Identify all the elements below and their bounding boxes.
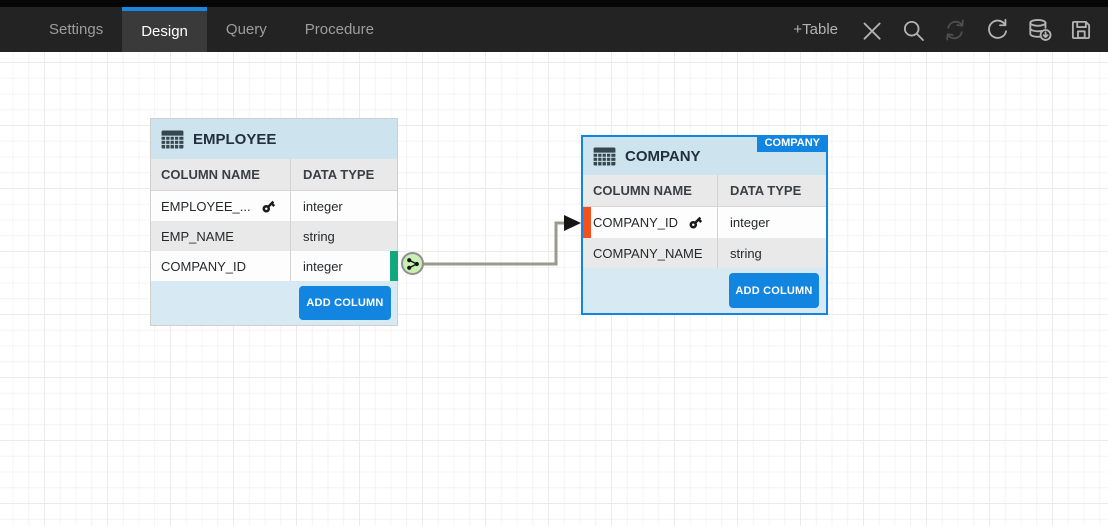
table-grid-icon [161, 130, 184, 149]
search-icon[interactable] [896, 13, 930, 47]
toolbar-actions: +Table [793, 7, 1098, 52]
primary-key-icon[interactable] [688, 215, 703, 230]
column-type: integer [291, 251, 397, 281]
table-title: COMPANY [625, 148, 701, 165]
column-name: COMPANY_ID [593, 215, 678, 230]
table-grid-icon [593, 147, 616, 166]
tab-settings[interactable]: Settings [30, 7, 122, 52]
table-row[interactable]: COMPANY_NAME string [583, 238, 826, 268]
sync-icon [938, 13, 972, 47]
add-table-button[interactable]: +Table [793, 21, 838, 38]
add-column-button[interactable]: ADD COLUMN [299, 286, 391, 320]
close-icon[interactable] [854, 13, 888, 47]
database-export-icon[interactable] [1022, 13, 1056, 47]
data-type-header: DATA TYPE [291, 159, 397, 190]
top-strip [0, 0, 1108, 7]
table-company[interactable]: COMPANY COMPANY COLUMN NAME DATA TYPE CO… [581, 135, 828, 315]
relation-target-port[interactable] [583, 207, 591, 238]
column-type: string [291, 221, 397, 251]
column-name-header: COLUMN NAME [583, 175, 718, 206]
tab-design[interactable]: Design [122, 7, 207, 52]
table-footer: ADD COLUMN [151, 281, 397, 325]
table-name-badge: COMPANY [757, 135, 828, 152]
column-name: EMP_NAME [161, 229, 234, 244]
relation-source-port[interactable] [390, 251, 398, 281]
app-window: Settings Design Query Procedure +Table [0, 0, 1108, 526]
table-row[interactable]: COMPANY_ID integer [151, 251, 397, 281]
table-footer: ADD COLUMN [583, 268, 826, 313]
column-name-header: COLUMN NAME [151, 159, 291, 190]
column-type: string [718, 238, 826, 268]
data-type-header: DATA TYPE [718, 175, 826, 206]
column-type: integer [718, 207, 826, 238]
relation-node-handle[interactable] [401, 252, 424, 275]
column-name: COMPANY_ID [161, 259, 246, 274]
column-header-row: COLUMN NAME DATA TYPE [583, 175, 826, 207]
table-employee[interactable]: EMPLOYEE COLUMN NAME DATA TYPE EMPLOYEE_… [150, 118, 398, 326]
column-type: integer [291, 191, 397, 221]
primary-key-icon[interactable] [261, 199, 276, 214]
add-column-button[interactable]: ADD COLUMN [729, 273, 819, 308]
refresh-icon[interactable] [980, 13, 1014, 47]
table-row[interactable]: EMP_NAME string [151, 221, 397, 251]
save-icon[interactable] [1064, 13, 1098, 47]
table-employee-titlebar[interactable]: EMPLOYEE [151, 119, 397, 159]
column-name: EMPLOYEE_... [161, 199, 251, 214]
column-name: COMPANY_NAME [593, 246, 703, 261]
table-row[interactable]: COMPANY_ID integer [583, 207, 826, 238]
tab-procedure[interactable]: Procedure [286, 7, 393, 52]
tab-bar: Settings Design Query Procedure [30, 7, 393, 52]
table-row[interactable]: EMPLOYEE_... integer [151, 191, 397, 221]
table-title: EMPLOYEE [193, 131, 276, 148]
tab-query[interactable]: Query [207, 7, 286, 52]
column-header-row: COLUMN NAME DATA TYPE [151, 159, 397, 191]
design-canvas[interactable]: EMPLOYEE COLUMN NAME DATA TYPE EMPLOYEE_… [0, 52, 1108, 526]
toolbar: Settings Design Query Procedure +Table [0, 0, 1108, 52]
merge-icon [406, 257, 420, 271]
